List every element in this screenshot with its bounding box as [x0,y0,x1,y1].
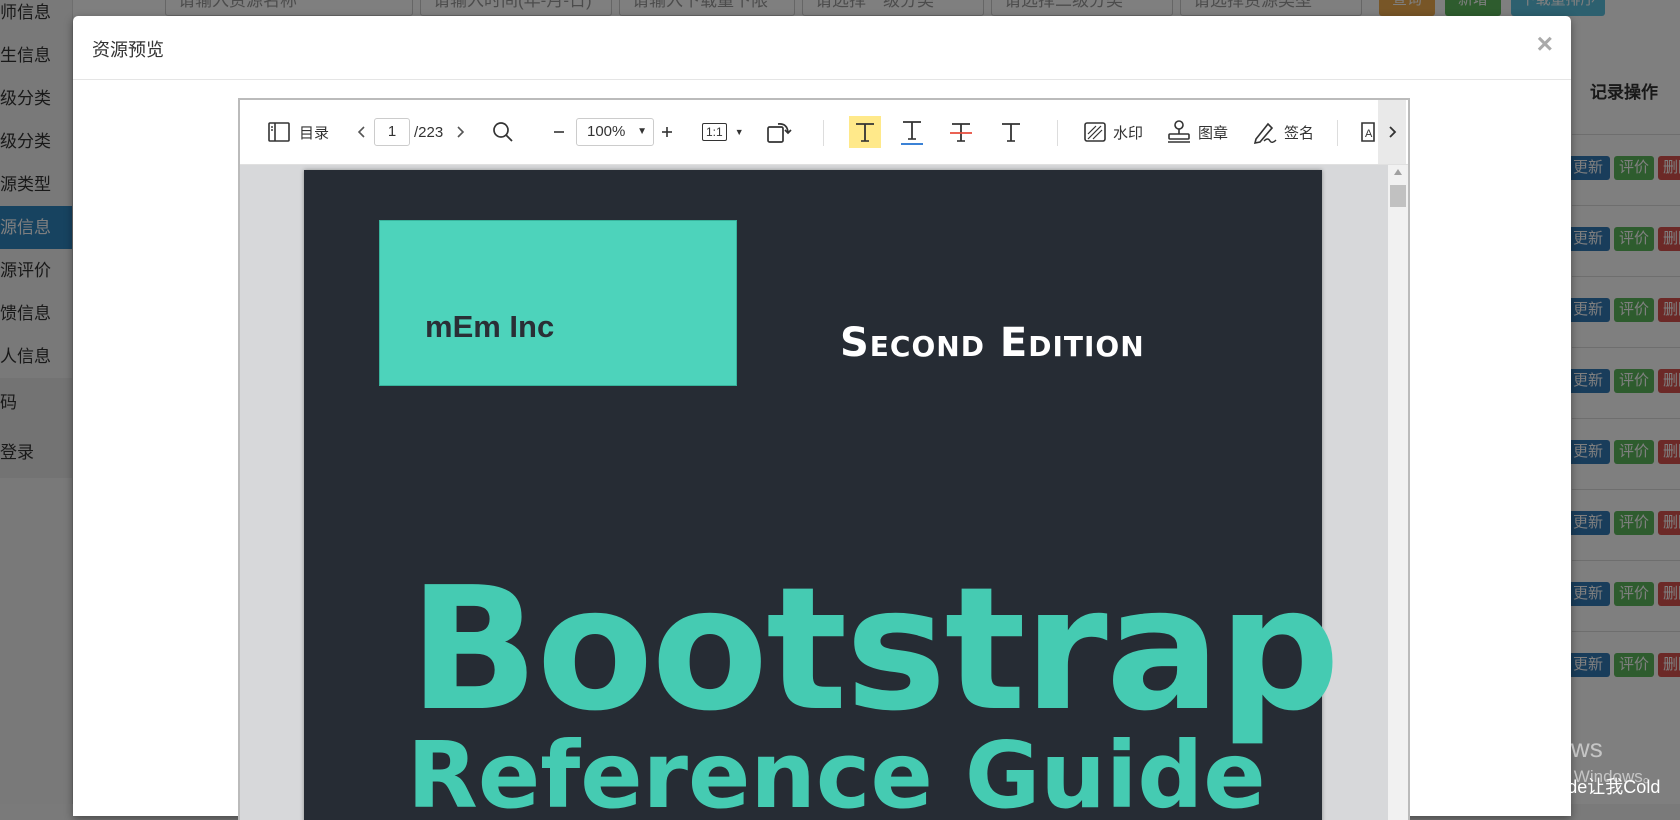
page-number-input[interactable]: 1 [374,118,410,146]
vertical-scrollbar[interactable] [1388,165,1408,820]
cover-edition: Second Edition [840,320,1145,366]
search-button[interactable] [492,100,514,164]
stamp-icon [1166,119,1192,145]
toolbar-divider [823,120,824,146]
signature-button[interactable]: 签名 [1252,100,1314,164]
text-tool[interactable] [999,100,1023,164]
windows-activation-title: 激活 Windows [1438,733,1603,763]
text-recognize-button[interactable]: A [1360,100,1380,164]
actual-size-icon: 1:1 [702,123,727,141]
toc-label: 目录 [299,124,330,142]
ocr-icon: A [1360,120,1380,144]
cover-title: Bootstrap [409,551,1340,749]
zoom-select[interactable]: 100% ▼ [576,118,654,146]
stamp-label: 图章 [1198,124,1229,142]
prev-page-button[interactable] [355,100,369,164]
caret-down-icon: ▼ [734,127,744,137]
toc-button[interactable]: 目录 [267,100,329,164]
rotate-icon [766,119,792,145]
text-highlight-icon [849,116,881,148]
zoom-value: 100% [587,123,626,140]
zoom-out-button[interactable] [552,100,566,164]
scroll-thumb[interactable] [1390,185,1406,207]
modal-header: 资源预览 × [73,16,1571,80]
watermark-icon [1083,120,1107,144]
text-icon [999,120,1023,144]
zoom-select-wrap: 100% ▼ [576,100,654,164]
watermark-button[interactable]: 水印 [1083,100,1143,164]
pdf-page: mEm Inc Second Edition Bootstrap Referen… [304,170,1340,820]
watermark-label: 水印 [1113,124,1144,142]
zoom-in-button[interactable] [660,100,674,164]
text-strikethrough-icon [949,120,973,144]
page-number-group: 1 /223 [374,100,443,164]
toolbar-more-button[interactable] [1378,100,1406,164]
minus-icon [552,125,566,139]
caret-down-icon: ▼ [637,126,647,137]
cover-subtitle: Reference Guide [407,722,1266,820]
plus-icon [660,125,674,139]
underline-tool[interactable] [900,100,924,164]
highlight-tool[interactable] [849,100,881,164]
chevron-right-icon [453,124,467,140]
cover-logo-text: mEm Inc [425,309,555,344]
csdn-credit: CSDN @Code让我Cold [1470,777,1661,797]
toolbar-divider [1337,120,1338,146]
pdf-viewer: 目录 1 /223 100% ▼ 1:1 ▼ 水印 图章 签名 A mEm In… [238,98,1410,820]
rotate-button[interactable] [766,100,792,164]
svg-text:A: A [1365,128,1373,140]
cover-logo-box: mEm Inc [379,220,737,386]
strikethrough-tool[interactable] [949,100,973,164]
next-page-button[interactable] [453,100,467,164]
chevron-right-icon [1386,124,1398,140]
stamp-button[interactable]: 图章 [1166,100,1228,164]
resource-preview-modal: 资源预览 × 目录 1 /223 100% ▼ 1:1 ▼ 水印 图章 签名 A… [73,16,1571,820]
close-icon[interactable]: × [1537,28,1553,60]
sidebar-toggle-icon [267,120,291,144]
total-pages: /223 [414,123,444,141]
modal-title: 资源预览 [92,40,164,60]
signature-label: 签名 [1284,124,1315,142]
actual-size-button[interactable]: 1:1 ▼ [702,100,744,164]
text-underline-icon [900,118,924,146]
chevron-left-icon [355,124,369,140]
pdf-toolbar: 目录 1 /223 100% ▼ 1:1 ▼ 水印 图章 签名 A [240,100,1408,165]
search-icon [492,121,514,143]
toolbar-divider [1057,120,1058,146]
scroll-up-icon[interactable] [1394,169,1402,175]
pen-icon [1252,119,1278,145]
